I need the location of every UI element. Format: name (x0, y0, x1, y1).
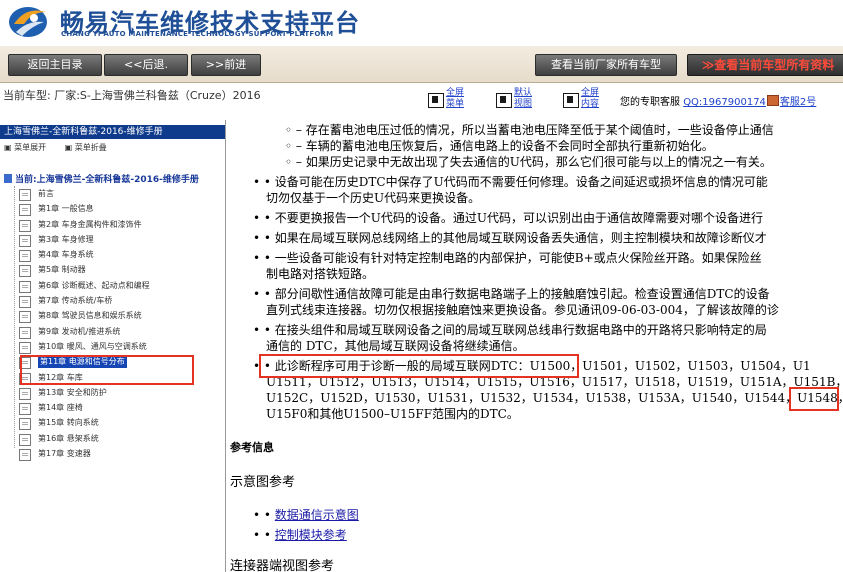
document-icon (19, 250, 31, 263)
content-line: • • 部分间歇性通信故障可能是由串行数据电路端子上的接触磨蚀引起。检查设置通信… (253, 287, 770, 301)
qq-link[interactable]: QQ:1967900174 (683, 97, 766, 108)
sidebar-item-ch9[interactable]: 第9章 发动机/推进系统 (0, 324, 225, 339)
info-bar: 当前车型: 厂家:S-上海雪佛兰科鲁兹（Cruze）2016 全屏 菜单 默认 视图… (0, 83, 843, 117)
document-icon (19, 204, 31, 217)
back-to-main-button[interactable]: 返回主目录 (8, 54, 102, 76)
sidebar-item-ch5[interactable]: 第5章 制动器 (0, 262, 225, 278)
expand-menu-button[interactable]: ▣ 菜单展开 (4, 143, 54, 152)
default-view-icon (496, 93, 512, 108)
content-line: 直列式线束连接器。切勿仅根据接触磨蚀来更换设备。参见通讯09-06-03-004… (266, 303, 779, 317)
sidebar-item-ch6[interactable]: 第6章 诊断概述、起动点和编程 (0, 278, 225, 293)
full-menu-icon (428, 93, 444, 108)
reference-heading: 参考信息 (230, 441, 274, 454)
document-icon (19, 280, 31, 293)
back-button[interactable]: <<后退. (104, 54, 188, 76)
document-icon (19, 449, 31, 462)
diagram-reference-heading: 示意图参考 (230, 475, 296, 490)
document-icon (19, 387, 31, 400)
content-line: • • 一些设备可能设有针对特定控制电路的内部保护，可能使B+或点火保险丝开路。… (253, 251, 762, 265)
document-icon (19, 341, 31, 354)
connector-view-heading: 连接器端视图参考 (230, 559, 335, 572)
content-line: 制电路对搭铁短路。 (266, 267, 375, 281)
view-all-model-docs-button[interactable]: ≫查看当前车型所有资料 (687, 54, 843, 76)
sidebar-item-ch13[interactable]: 第13章 安全和防护 (0, 385, 225, 400)
tree-root[interactable]: 当前:上海雪佛兰-全新科鲁兹-2016-维修手册 (4, 172, 199, 185)
content-line: U15F0和其他U1500–U15FF范围内的DTC。 (266, 407, 519, 421)
document-icon (19, 418, 31, 431)
sidebar-item-ch4[interactable]: 第4章 车身系统 (0, 247, 225, 263)
data-comm-schematic-link[interactable]: 数据通信示意图 (275, 508, 359, 522)
chapter-tree: 前言 第1章 一般信息 第2章 车身金属构件和漆饰件 第3章 车身修理 第4章 … (0, 186, 225, 462)
sidebar-item-ch17[interactable]: 第17章 变速器 (0, 446, 225, 462)
document-icon (19, 219, 31, 232)
manual-title: 上海雪佛兰-全新科鲁兹-2016-维修手册 (0, 125, 225, 139)
highlight-box-sidebar (20, 355, 194, 385)
content-line: U152C，U152D，U1530，U1531，U1532，U1534，U153… (266, 391, 843, 405)
toolbar: 返回主目录 <<后退. >>前进 查看当前厂家所有车型 ≫查看当前车型所有资料 (0, 46, 843, 83)
sidebar-item-ch16[interactable]: 第16章 悬架系统 (0, 431, 225, 446)
brand-subtitle: CHANG YI AUTO MAINTENANCE TECHNOLOGY SUP… (61, 30, 334, 38)
highlight-box-u1548 (789, 387, 839, 411)
sidebar-item-ch8[interactable]: 第8章 驾驶员信息和娱乐系统 (0, 308, 225, 324)
sidebar-item-ch10[interactable]: 第10章 暖风、通风与空调系统 (0, 339, 225, 354)
content-line: • • 如果在局域互联网总线网络上的其他局域互联网设备丢失通信，则主控制模块和故… (253, 231, 767, 245)
sidebar-item-ch3[interactable]: 第3章 车身修理 (0, 232, 225, 247)
document-icon (19, 296, 31, 309)
sidebar-item-ch14[interactable]: 第14章 座椅 (0, 400, 225, 416)
content-line: ◦ – 存在蓄电池电压过低的情况，所以当蓄电池电压降至低于某个阈值时，一些设备停… (285, 123, 774, 137)
sidebar-item-ch7[interactable]: 第7章 传动系统/车桥 (0, 293, 225, 309)
schematic-link-item: • • 数据通信示意图 (253, 508, 359, 522)
sidebar-item-ch1[interactable]: 第1章 一般信息 (0, 201, 225, 217)
highlight-box-dtc (259, 354, 579, 378)
menu-controls: ▣ 菜单展开 ▣ 菜单折叠 (4, 142, 123, 153)
sidebar: 上海雪佛兰-全新科鲁兹-2016-维修手册 ▣ 菜单展开 ▣ 菜单折叠 当前:上… (0, 120, 226, 572)
content-line: ◦ – 车辆的蓄电池电压恢复后，通信电路上的设备不会同时全部执行重新初始化。 (285, 139, 714, 153)
content-line: ◦ – 如果历史记录中无故出现了失去通信的U代码，那么它们很可能与以上的情况之一… (285, 155, 772, 169)
logo-icon (9, 7, 47, 37)
view-manufacturer-models-button[interactable]: 查看当前厂家所有车型 (535, 54, 677, 76)
collapse-menu-button[interactable]: ▣ 菜单折叠 (65, 143, 115, 152)
document-icon (19, 403, 31, 416)
sidebar-item-ch15[interactable]: 第15章 转向系统 (0, 415, 225, 431)
content-line: • • 不要更换报告一个U代码的设备。通过U代码，可以识别出由于通信故障需要对哪… (253, 211, 764, 225)
mail-icon[interactable] (766, 95, 779, 106)
document-icon (19, 189, 31, 201)
module-ref-link-item: • • 控制模块参考 (253, 528, 347, 542)
control-module-reference-link[interactable]: 控制模块参考 (275, 528, 347, 542)
content-line: • • 设备可能在历史DTC中保存了U代码而不需要任何修理。设备之间延迟或损坏信… (253, 175, 768, 189)
full-content-icon (563, 93, 579, 108)
main-content: ◦ – 存在蓄电池电压过低的情况，所以当蓄电池电压降至低于某个阈值时，一些设备停… (227, 120, 843, 572)
content-line: • • 在接头组件和局域互联网设备之间的局域互联网总线串行数据电路中的开路将只影… (253, 323, 767, 337)
document-icon (19, 311, 31, 324)
book-icon (4, 174, 12, 183)
customer-service: 您的专职客服 QQ:1967900174 客服2号 (620, 95, 817, 108)
document-icon (19, 433, 31, 446)
service2-link[interactable]: 客服2号 (780, 97, 816, 108)
forward-button[interactable]: >>前进 (191, 54, 261, 76)
content-line: 通信的 DTC，其他局域互联网设备将继续通信。 (266, 339, 525, 353)
sidebar-item-preface[interactable]: 前言 (0, 186, 225, 201)
document-icon (19, 265, 31, 278)
content-line: 切勿仅基于一个历史U代码来更换设备。 (266, 191, 481, 205)
header: 畅易汽车维修技术支持平台 CHANG YI AUTO MAINTENANCE T… (0, 0, 843, 46)
sidebar-item-ch2[interactable]: 第2章 车身金属构件和漆饰件 (0, 217, 225, 232)
current-model: 当前车型: 厂家:S-上海雪佛兰科鲁兹（Cruze）2016 (3, 89, 261, 102)
document-icon (19, 326, 31, 339)
document-icon (19, 234, 31, 247)
